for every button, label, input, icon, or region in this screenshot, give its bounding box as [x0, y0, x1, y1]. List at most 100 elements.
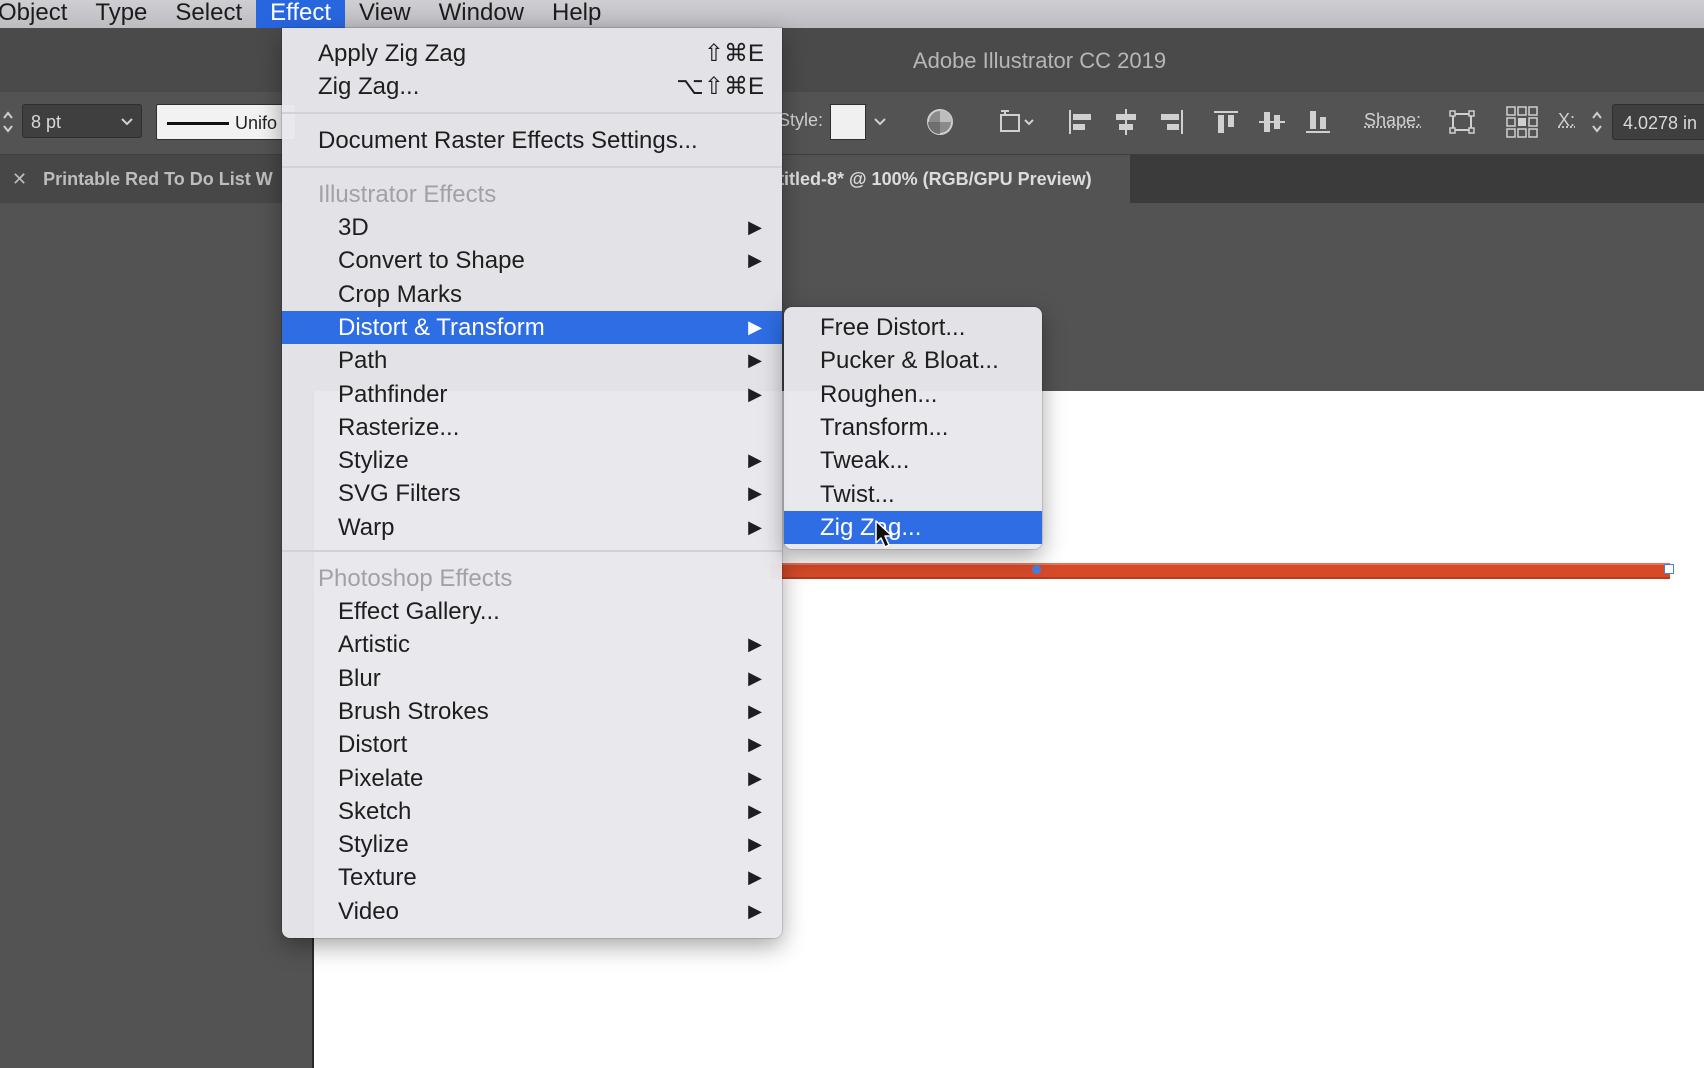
menu-item-document-raster-effects-settings[interactable]: Document Raster Effects Settings...: [282, 124, 782, 157]
document-tab-label: Untitled-8* @ 100% (RGB/GPU Preview): [782, 169, 1092, 189]
submenu-arrow-icon: ▶: [748, 662, 762, 695]
submenu-arrow-icon: ▶: [748, 211, 762, 244]
menu-item-label: Zig Zag...: [318, 70, 419, 103]
recolor-artwork-icon[interactable]: [922, 104, 958, 140]
section-header-label: Illustrator Effects: [318, 178, 496, 211]
menu-item-twist[interactable]: Twist...: [784, 478, 1042, 511]
menu-item-label: Convert to Shape: [338, 244, 525, 277]
menu-item-zig-zag[interactable]: Zig Zag...: [784, 511, 1042, 544]
menu-type[interactable]: Type: [81, 0, 161, 28]
close-icon[interactable]: ✕: [12, 169, 27, 189]
menu-item-label: Stylize: [338, 828, 409, 861]
menu-item-effect-gallery[interactable]: Effect Gallery...: [282, 595, 782, 628]
menu-item-label: 3D: [338, 211, 369, 244]
path-center-point[interactable]: [1032, 565, 1041, 574]
menu-view[interactable]: View: [345, 0, 425, 28]
menu-item-roughen[interactable]: Roughen...: [784, 378, 1042, 411]
menu-item-rasterize[interactable]: Rasterize...: [282, 411, 782, 444]
menu-item-label: SVG Filters: [338, 477, 461, 510]
menu-item-label: Warp: [338, 511, 394, 544]
graphic-style-swatch[interactable]: [830, 104, 866, 140]
menu-item-convert-to-shape[interactable]: Convert to Shape ▶: [282, 244, 782, 277]
menu-item-label: Roughen...: [820, 378, 937, 411]
align-right-icon[interactable]: [1154, 104, 1190, 140]
selected-red-stroke-path[interactable]: [770, 563, 1670, 579]
align-horizontal-center-icon[interactable]: [1108, 104, 1144, 140]
transform-bounding-box-icon[interactable]: [1444, 104, 1480, 140]
menu-item-sketch[interactable]: Sketch ▶: [282, 795, 782, 828]
menu-item-label: Zig Zag...: [820, 511, 921, 544]
effect-menu-dropdown: Apply Zig Zag ⇧⌘E Zig Zag... ⌥⇧⌘E Docume…: [282, 28, 782, 938]
menu-item-pathfinder[interactable]: Pathfinder ▶: [282, 378, 782, 411]
menu-item-label: Apply Zig Zag: [318, 37, 466, 70]
menu-help[interactable]: Help: [538, 0, 615, 28]
menu-item-stylize[interactable]: Stylize ▶: [282, 828, 782, 861]
stepper-icon: [1590, 104, 1604, 140]
menu-select[interactable]: Select: [161, 0, 256, 28]
submenu-arrow-icon: ▶: [748, 628, 762, 661]
window-title: Adobe Illustrator CC 2019: [0, 48, 1704, 74]
menu-item-pixelate[interactable]: Pixelate ▶: [282, 762, 782, 795]
isolate-object-icon[interactable]: [994, 104, 1040, 140]
align-left-icon[interactable]: [1062, 104, 1098, 140]
stroke-weight-field[interactable]: 8 pt: [22, 104, 142, 138]
x-position-label[interactable]: X:: [1558, 110, 1575, 131]
menu-item-label: Effect Gallery...: [338, 595, 500, 628]
menu-item-label: Pathfinder: [338, 378, 447, 411]
stroke-profile-label: Unifo: [235, 105, 277, 140]
stroke-weight-stepper[interactable]: [0, 104, 16, 140]
x-position-field[interactable]: 4.0278 in: [1612, 104, 1704, 140]
document-tab-bar: ✕ Printable Red To Do List W Untitled-8* …: [0, 155, 1704, 203]
menu-object[interactable]: Object: [0, 0, 81, 28]
menu-item-texture[interactable]: Texture ▶: [282, 861, 782, 894]
mouse-cursor-icon: [874, 519, 896, 554]
style-label: Style:: [778, 110, 823, 131]
menu-item-free-distort[interactable]: Free Distort...: [784, 311, 1042, 344]
reference-point-icon[interactable]: [1504, 104, 1540, 140]
menu-item-label: Crop Marks: [338, 278, 462, 311]
menu-item-apply-zig-zag[interactable]: Apply Zig Zag ⇧⌘E: [282, 37, 782, 70]
submenu-arrow-icon: ▶: [748, 311, 762, 344]
menu-item-distort[interactable]: Distort ▶: [282, 728, 782, 761]
menu-effect[interactable]: Effect: [256, 0, 345, 28]
chevron-down-icon[interactable]: [119, 105, 135, 152]
document-tab-label: Printable Red To Do List W: [43, 169, 273, 189]
menu-item-blur[interactable]: Blur ▶: [282, 662, 782, 695]
menu-item-zig-zag-options[interactable]: Zig Zag... ⌥⇧⌘E: [282, 70, 782, 103]
menu-item-label: Transform...: [820, 411, 948, 444]
menu-item-label: Video: [338, 895, 399, 928]
menu-window[interactable]: Window: [425, 0, 538, 28]
menu-item-crop-marks[interactable]: Crop Marks: [282, 278, 782, 311]
x-position-stepper[interactable]: [1590, 104, 1604, 143]
stepper-icon: [1, 104, 15, 140]
menu-item-pucker-and-bloat[interactable]: Pucker & Bloat...: [784, 344, 1042, 377]
keyboard-shortcut: ⌥⇧⌘E: [676, 70, 764, 103]
menu-item-path[interactable]: Path ▶: [282, 344, 782, 377]
submenu-arrow-icon: ▶: [748, 344, 762, 377]
keyboard-shortcut: ⇧⌘E: [704, 37, 764, 70]
submenu-arrow-icon: ▶: [748, 244, 762, 277]
menu-item-video[interactable]: Video ▶: [282, 895, 782, 928]
menu-item-transform[interactable]: Transform...: [784, 411, 1042, 444]
menu-item-3d[interactable]: 3D ▶: [282, 211, 782, 244]
menu-item-brush-strokes[interactable]: Brush Strokes ▶: [282, 695, 782, 728]
document-tab[interactable]: ✕ Printable Red To Do List W: [0, 155, 282, 203]
menu-separator: [282, 166, 782, 168]
align-bottom-icon[interactable]: [1300, 104, 1336, 140]
stroke-weight-value: 8 pt: [31, 112, 61, 132]
menu-item-stylize[interactable]: Stylize ▶: [282, 444, 782, 477]
menu-item-artistic[interactable]: Artistic ▶: [282, 628, 782, 661]
menu-item-warp[interactable]: Warp ▶: [282, 511, 782, 544]
stroke-profile-dropdown[interactable]: Unifo: [156, 104, 296, 140]
path-anchor-point[interactable]: [1664, 564, 1674, 574]
menu-item-svg-filters[interactable]: SVG Filters ▶: [282, 477, 782, 510]
submenu-arrow-icon: ▶: [748, 795, 762, 828]
shape-label[interactable]: Shape:: [1364, 110, 1421, 131]
document-tab-active[interactable]: Untitled-8* @ 100% (RGB/GPU Preview): [782, 155, 1130, 203]
chevron-down-icon[interactable]: [872, 108, 888, 141]
menu-item-tweak[interactable]: Tweak...: [784, 444, 1042, 477]
align-vertical-center-icon[interactable]: [1254, 104, 1290, 140]
submenu-arrow-icon: ▶: [748, 444, 762, 477]
menu-item-distort-and-transform[interactable]: Distort & Transform ▶: [282, 311, 782, 344]
align-top-icon[interactable]: [1208, 104, 1244, 140]
